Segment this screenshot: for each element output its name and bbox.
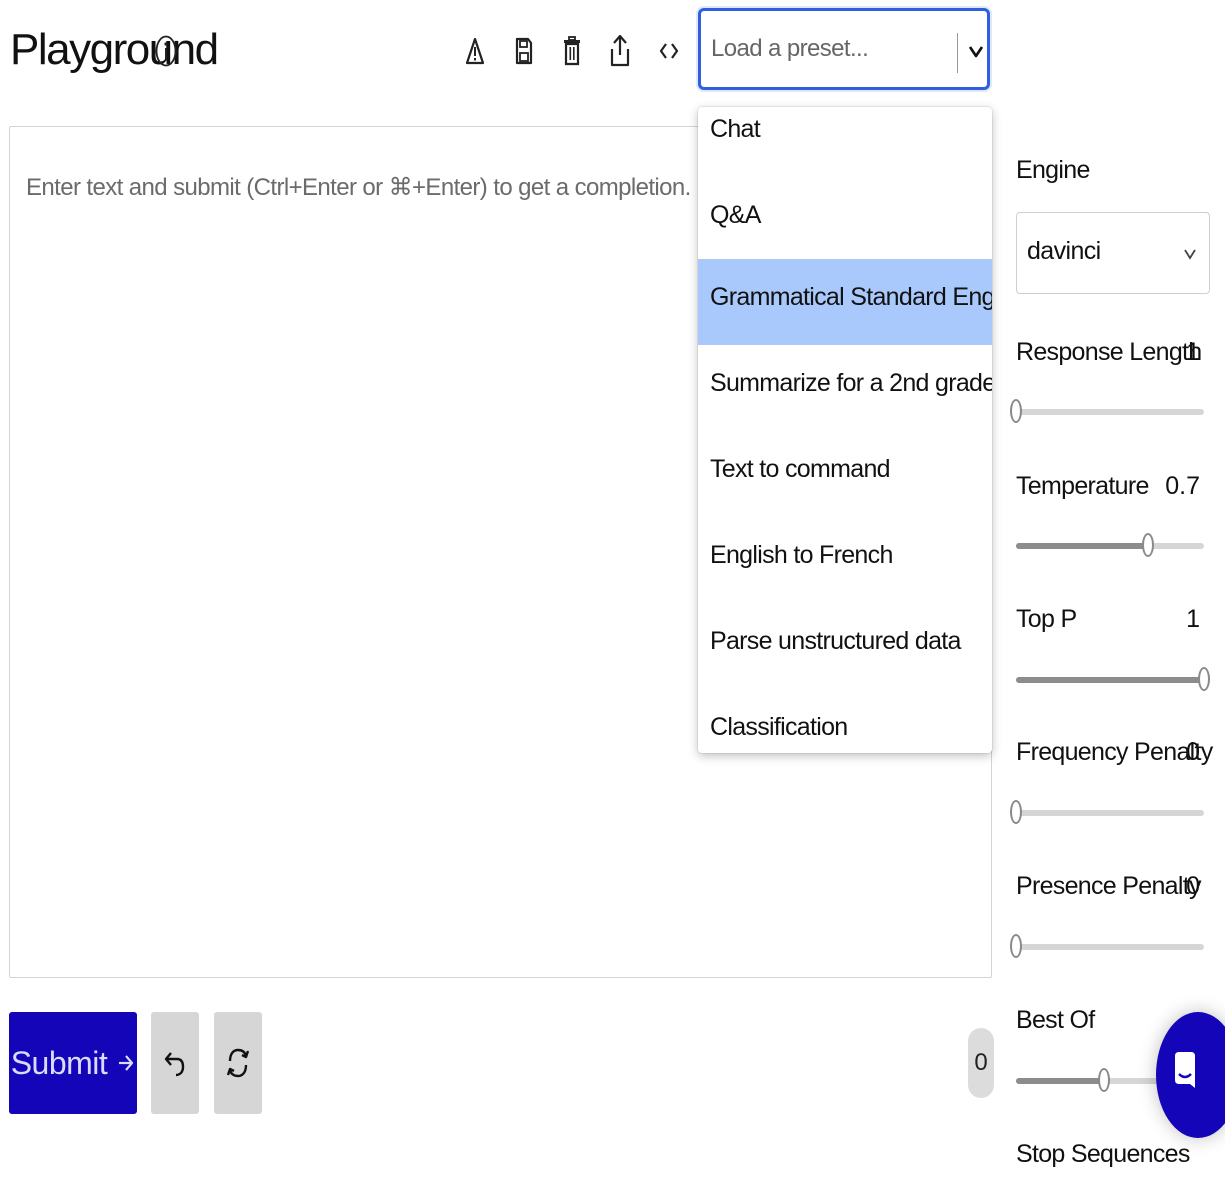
temperature-value: 0.7 <box>1165 472 1200 500</box>
refresh-icon <box>226 1048 250 1078</box>
page-title: Playground <box>10 25 219 74</box>
stop-sequences-label: Stop Sequences <box>1016 1140 1190 1168</box>
slider-thumb[interactable] <box>1010 800 1022 824</box>
undo-icon <box>164 1052 185 1077</box>
engine-select[interactable]: davinci <box>1016 212 1210 294</box>
undo-button[interactable] <box>151 1012 199 1114</box>
response-length-slider[interactable] <box>1010 399 1204 423</box>
top-p-slider[interactable] <box>1016 667 1210 691</box>
share-icon[interactable] <box>607 30 633 72</box>
save-icon[interactable] <box>511 30 537 72</box>
presence-penalty-slider[interactable] <box>1010 934 1204 958</box>
editor-placeholder: Enter text and submit (Ctrl+Enter or ⌘+E… <box>26 174 691 201</box>
slider-thumb[interactable] <box>1010 399 1022 423</box>
arrow-right-icon <box>119 1055 134 1071</box>
slider-fill <box>1016 543 1148 549</box>
top-p-value: 1 <box>1186 605 1200 633</box>
code-icon[interactable] <box>656 30 682 72</box>
token-count-badge: 0 <box>968 1028 994 1098</box>
chat-icon <box>1175 1052 1195 1088</box>
preset-option-text-to-command[interactable]: Text to command <box>698 431 992 517</box>
preset-option-parse-unstructured-data[interactable]: Parse unstructured data <box>698 603 992 689</box>
preset-option-classification[interactable]: Classification <box>698 689 992 753</box>
top-p-label: Top P <box>1016 605 1077 633</box>
response-length-value: 1 <box>1186 338 1200 366</box>
chevron-down-icon <box>1184 249 1196 260</box>
slider-fill <box>1016 1078 1104 1084</box>
submit-button[interactable]: Submit <box>9 1012 137 1114</box>
preset-option-grammatical-standard-english[interactable]: Grammatical Standard English <box>698 259 992 345</box>
info-icon[interactable] <box>155 34 177 68</box>
chevron-down-icon[interactable] <box>967 39 985 63</box>
temperature-label: Temperature <box>1016 472 1149 500</box>
slider-thumb[interactable] <box>1198 667 1210 691</box>
preset-dropdown-menu: Chat Q&A Grammatical Standard English Su… <box>698 107 992 753</box>
preset-option-summarize-2nd-grader[interactable]: Summarize for a 2nd grader <box>698 345 992 431</box>
preset-divider <box>957 33 958 73</box>
engine-label: Engine <box>1016 156 1090 184</box>
slider-thumb[interactable] <box>1142 533 1154 557</box>
slider-thumb[interactable] <box>1010 934 1022 958</box>
slider-fill <box>1016 677 1204 683</box>
frequency-penalty-value: 0 <box>1186 738 1200 766</box>
submit-label: Submit <box>10 1044 108 1081</box>
regenerate-button[interactable] <box>214 1012 262 1114</box>
preset-option-english-to-french[interactable]: English to French <box>698 517 992 603</box>
support-chat-button[interactable] <box>1156 1012 1225 1138</box>
frequency-penalty-slider[interactable] <box>1010 800 1204 824</box>
presence-penalty-value: 0 <box>1186 872 1200 900</box>
trash-icon[interactable] <box>559 30 585 72</box>
temperature-slider[interactable] <box>1016 533 1204 557</box>
preset-placeholder: Load a preset... <box>711 35 869 62</box>
slider-thumb[interactable] <box>1098 1068 1110 1092</box>
engine-value: davinci <box>1027 237 1101 265</box>
preset-option-chat[interactable]: Chat <box>698 107 992 193</box>
warning-icon[interactable] <box>462 30 488 72</box>
preset-select[interactable]: Load a preset... <box>698 8 990 90</box>
best-of-label: Best Of <box>1016 1006 1095 1034</box>
